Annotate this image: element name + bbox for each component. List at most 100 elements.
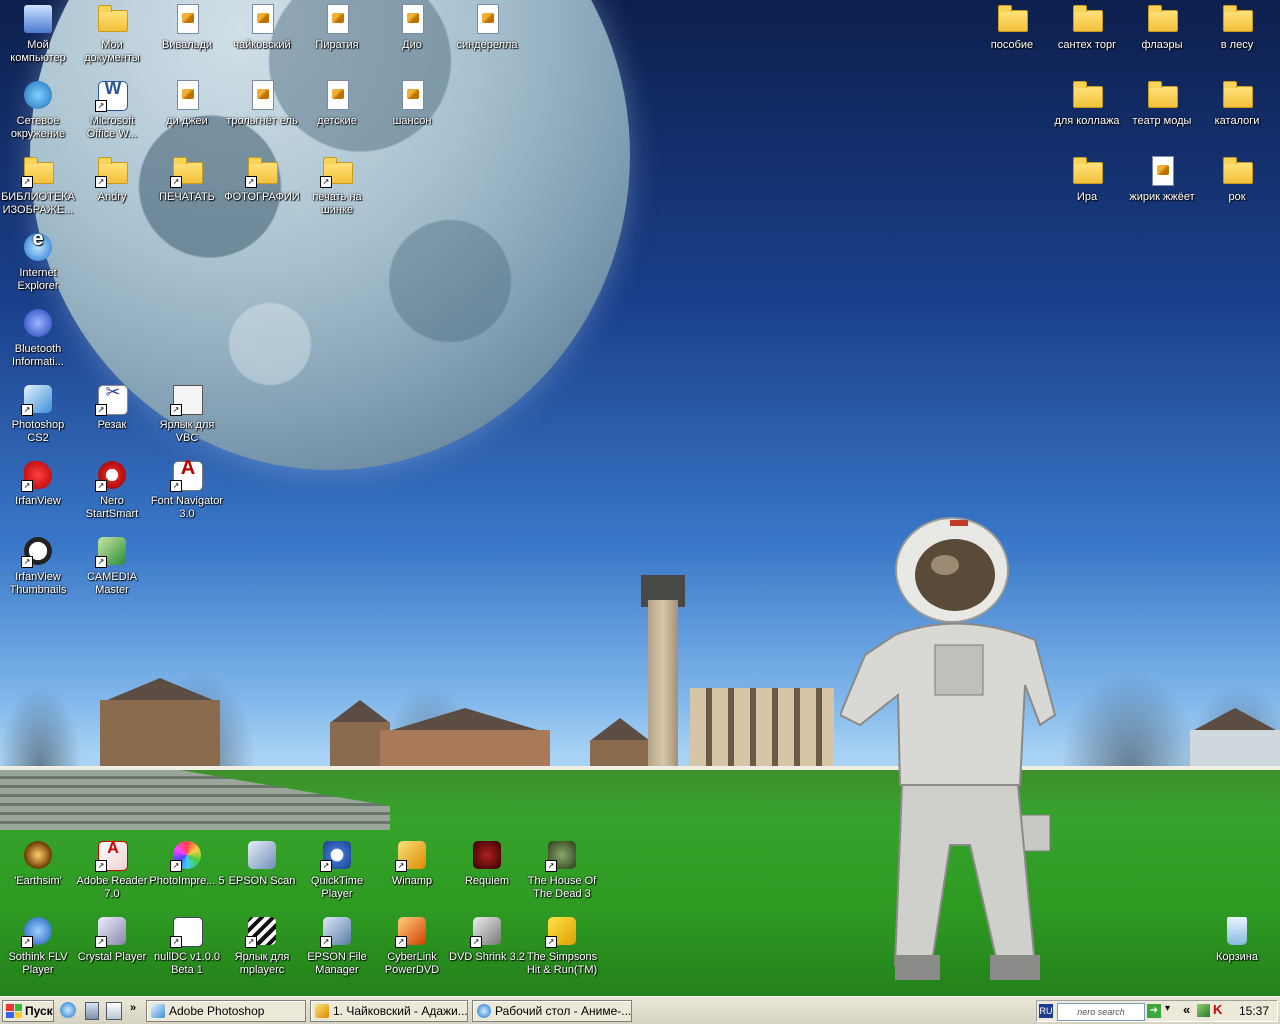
panda-icon: ↗ (21, 534, 55, 568)
desktop-icon-ie[interactable]: e Internet Explorer (0, 229, 76, 293)
desktop-icon-fashion[interactable]: театр моды (1124, 78, 1200, 128)
quicklaunch-ie-icon[interactable] (60, 1002, 78, 1020)
desktop-icon-winamp[interactable]: ↗ Winamp (374, 838, 450, 888)
desktop-icon-rock[interactable]: рок (1199, 154, 1275, 204)
desktop-icon-catalogs[interactable]: каталоги (1199, 78, 1275, 128)
desktop-icon-simpsons[interactable]: ↗ The Simpsons Hit & Run(TM) (524, 914, 600, 977)
photoimpression-icon: ↗ (170, 838, 204, 872)
desktop-icon-piratia[interactable]: Пиратия (299, 2, 375, 52)
desktop-icon-epson-scan[interactable]: EPSON Scan (224, 838, 300, 888)
wallpaper-house (100, 700, 220, 766)
desktop-icon-forest[interactable]: в лесу (1199, 2, 1275, 52)
windows-logo-icon (6, 1004, 22, 1018)
start-button[interactable]: Пуск (2, 1000, 54, 1022)
tray-network-icon[interactable] (1197, 1004, 1210, 1017)
camedia-icon: ↗ (95, 534, 129, 568)
desktop-icon-quicktime[interactable]: ↗ QuickTime Player (299, 838, 375, 901)
desktop-icon-sothink[interactable]: ↗ Sothink FLV Player (0, 914, 76, 977)
desktop-icon-earthsim[interactable]: 'Earthsim' (0, 838, 76, 888)
desktop-icon-fontnav[interactable]: A ↗ Font Navigator 3.0 (149, 458, 225, 521)
desktop-icon-irfan-thumbnails[interactable]: ↗ IrfanView Thumbnails (0, 534, 76, 597)
audio-playlist-icon (470, 2, 504, 36)
quicklaunch-app-icon[interactable] (106, 1002, 124, 1020)
desktop-icon-djs[interactable]: ди джеи (149, 78, 225, 128)
taskbar-button-photoshop[interactable]: Adobe Photoshop (146, 1000, 306, 1022)
audio-playlist-icon (395, 2, 429, 36)
photoshop-feather-icon: ↗ (21, 382, 55, 416)
desktop-icon-my-computer[interactable]: Мой компьютер (0, 2, 76, 65)
desktop-icon-flyers[interactable]: флаэры (1124, 2, 1200, 52)
desktop-icon-photoimpression[interactable]: ↗ PhotoImpre... 5 (149, 838, 225, 888)
desktop-icon-epson-file[interactable]: ↗ EPSON File Manager (299, 914, 375, 977)
recycle-bin-icon (1220, 914, 1254, 948)
search-go-icon[interactable]: ➜ (1147, 1004, 1161, 1018)
desktop-icon-rezak[interactable]: ✂ ↗ Резак (74, 382, 150, 432)
desktop-icon-trolgnet[interactable]: трольгнёт ель (224, 78, 300, 128)
quicklaunch-calculator-icon[interactable] (83, 1002, 101, 1020)
desktop-icon-adobe-reader[interactable]: A ↗ Adobe Reader 7.0 (74, 838, 150, 901)
taskbar-button-winamp[interactable]: 1. Чайковский - Адажи... (310, 1000, 468, 1022)
desktop-icon-vivaldi[interactable]: Вивальди (149, 2, 225, 52)
folder-icon (1070, 154, 1104, 188)
desktop-icon-nero[interactable]: ↗ Nero StartSmart (74, 458, 150, 521)
folder-icon (1145, 2, 1179, 36)
desktop-icon-print-tire[interactable]: ↗ печать на шинке (299, 154, 375, 217)
desktop-icon-camedia[interactable]: ↗ CAMEDIA Master (74, 534, 150, 597)
desktop-icon-print[interactable]: ↗ ПЕЧАТАТЬ (149, 154, 225, 204)
earthsim-icon (21, 838, 55, 872)
irfanview-icon: ↗ (21, 458, 55, 492)
wallpaper-house (380, 730, 550, 768)
desktop-icon-chanson[interactable]: шансон (374, 78, 450, 128)
desktop-icon-vbc[interactable]: ↗ Ярлык для VBC (149, 382, 225, 445)
folder-icon: ↗ (320, 154, 354, 188)
folder-icon (1145, 78, 1179, 112)
simpsons-icon: ↗ (545, 914, 579, 948)
desktop-icon-photos[interactable]: ↗ ФОТОГРАФИИ (224, 154, 300, 204)
network-icon (21, 78, 55, 112)
desktop-icon-irfanview[interactable]: ↗ IrfanView (0, 458, 76, 508)
desktop-icon-tchaikovsky[interactable]: чайковский (224, 2, 300, 52)
desktop-icon-bluetooth[interactable]: Bluetooth Informati... (0, 306, 76, 369)
taskbar-button-explorer[interactable]: Рабочий стол - Аниме-... (472, 1000, 632, 1022)
kaspersky-icon[interactable]: K (1213, 1002, 1222, 1017)
audio-playlist-icon (245, 78, 279, 112)
show-hidden-icons-icon[interactable]: « (1183, 1002, 1190, 1017)
desktop-icon-msoffice[interactable]: W ↗ Microsoft Office W... (74, 78, 150, 141)
audio-playlist-icon (170, 78, 204, 112)
desktop-icon-santeh[interactable]: сантех торг (1049, 2, 1125, 52)
desktop-icon-posobie[interactable]: пособие (974, 2, 1050, 52)
window-app-icon: ↗ (170, 382, 204, 416)
wallpaper-house (590, 740, 650, 768)
desktop[interactable]: Мой компьютер Мои документы Вивальди чай… (0, 0, 1280, 996)
desktop-icon-cinderella[interactable]: синдерелла (449, 2, 525, 52)
language-indicator[interactable]: RU (1039, 1004, 1053, 1018)
desktop-icon-dio[interactable]: Дио (374, 2, 450, 52)
folder-icon (1220, 78, 1254, 112)
desktop-icon-requiem[interactable]: Requiem (449, 838, 525, 888)
desktop-icon-andry[interactable]: ↗ Andry (74, 154, 150, 204)
dropdown-arrow-icon[interactable]: ▾ (1165, 1003, 1170, 1014)
desktop-icon-nulldc[interactable]: ↗ nullDC v1.0.0 Beta 1 (149, 914, 225, 977)
desktop-icon-collage[interactable]: для коллажа (1049, 78, 1125, 128)
desktop-icon-my-documents[interactable]: Мои документы (74, 2, 150, 65)
desktop-icon-zhirik[interactable]: жирик жжёет (1124, 154, 1200, 204)
desktop-icon-library[interactable]: ↗ БИБЛИОТЕКА ИЗОБРАЖЕ... (0, 154, 76, 217)
audio-playlist-icon (395, 78, 429, 112)
desktop-icon-recycle-bin[interactable]: Корзина (1199, 914, 1275, 964)
desktop-icon-ira[interactable]: Ира (1049, 154, 1125, 204)
epson-file-manager-icon: ↗ (320, 914, 354, 948)
requiem-icon (470, 838, 504, 872)
desktop-icon-network[interactable]: Сетевое окружение (0, 78, 76, 141)
nero-search-box[interactable]: nero search (1057, 1003, 1145, 1021)
desktop-icon-kids[interactable]: детские (299, 78, 375, 128)
desktop-icon-powerdvd[interactable]: ↗ CyberLink PowerDVD (374, 914, 450, 977)
powerdvd-icon: ↗ (395, 914, 429, 948)
crystal-player-icon: ↗ (95, 914, 129, 948)
audio-playlist-icon (320, 78, 354, 112)
desktop-icon-house-of-dead[interactable]: ↗ The House Of The Dead 3 (524, 838, 600, 901)
clock[interactable]: 15:37 (1239, 1004, 1269, 1018)
desktop-icon-crystal[interactable]: ↗ Crystal Player (74, 914, 150, 964)
desktop-icon-photoshop[interactable]: ↗ Photoshop CS2 (0, 382, 76, 445)
desktop-icon-mplayerc[interactable]: ↗ Ярлык для mplayerc (224, 914, 300, 977)
desktop-icon-dvdshrink[interactable]: ↗ DVD Shrink 3.2 (449, 914, 525, 964)
